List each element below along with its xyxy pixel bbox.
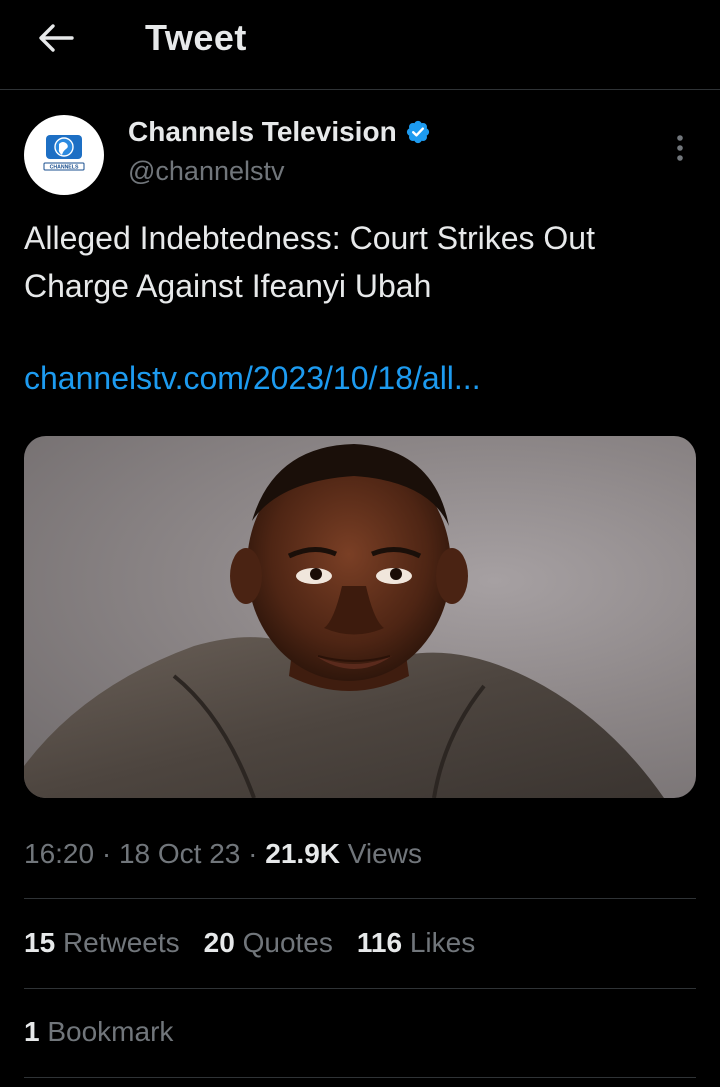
more-options-button[interactable] bbox=[662, 130, 698, 166]
quotes-stat[interactable]: 20 Quotes bbox=[204, 927, 333, 959]
meta-separator: · bbox=[248, 838, 258, 869]
tweet-time[interactable]: 16:20 bbox=[24, 838, 94, 869]
tweet-text: Alleged Indebtedness: Court Strikes Out … bbox=[24, 220, 595, 304]
avatar[interactable]: CHANNELS bbox=[24, 115, 104, 195]
divider bbox=[24, 1077, 696, 1078]
likes-count: 116 bbox=[356, 927, 403, 958]
more-vertical-icon bbox=[677, 135, 683, 161]
arrow-left-icon bbox=[39, 24, 74, 52]
bookmarks-stat[interactable]: 1 Bookmark bbox=[24, 1016, 173, 1048]
author-name-row: Channels Television bbox=[128, 116, 431, 148]
meta-separator: · bbox=[101, 838, 112, 869]
page-title: Tweet bbox=[145, 17, 247, 58]
quotes-label: Quotes bbox=[242, 927, 333, 958]
tweet-media-image[interactable] bbox=[24, 436, 696, 798]
quotes-count: 20 bbox=[203, 927, 235, 958]
bookmarks-count: 1 bbox=[24, 1016, 40, 1047]
likes-stat[interactable]: 116 Likes bbox=[357, 927, 475, 959]
bookmarks-label: Bookmark bbox=[47, 1016, 174, 1047]
tweet-date[interactable]: 18 Oct 23 bbox=[119, 838, 240, 869]
channels-logo-icon: CHANNELS bbox=[43, 135, 85, 171]
top-bar: Tweet bbox=[0, 0, 720, 90]
author-display-name[interactable]: Channels Television bbox=[128, 116, 397, 148]
author-handle[interactable]: @channelstv bbox=[128, 156, 285, 187]
portrait-photo bbox=[24, 444, 664, 798]
views-label: Views bbox=[347, 838, 422, 869]
divider bbox=[24, 898, 696, 899]
verified-badge-icon bbox=[406, 120, 429, 144]
tweet-link[interactable]: channelstv.com/2023/10/18/all... bbox=[24, 354, 481, 402]
likes-label: Likes bbox=[409, 927, 476, 958]
engagement-stats: 15 Retweets 20 Quotes 116 Likes bbox=[24, 927, 499, 959]
tweet-meta: 16:20 · 18 Oct 23 · 21.9K Views bbox=[24, 838, 422, 870]
avatar-text: CHANNELS bbox=[50, 165, 79, 171]
back-button[interactable] bbox=[30, 14, 82, 62]
retweets-count: 15 bbox=[24, 927, 56, 958]
views-count: 21.9K bbox=[265, 838, 340, 869]
divider bbox=[24, 988, 696, 989]
retweets-stat[interactable]: 15 Retweets bbox=[24, 927, 180, 959]
retweets-label: Retweets bbox=[62, 927, 180, 958]
